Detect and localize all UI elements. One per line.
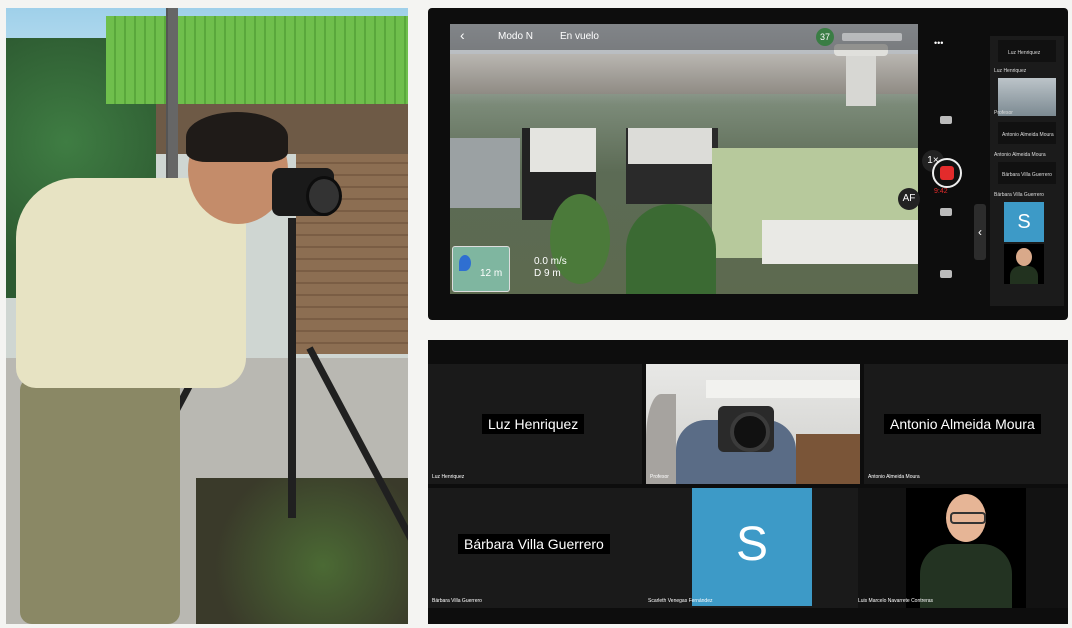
participant-label: Bárbara Villa Guerrero xyxy=(1002,172,1052,178)
feed-tree xyxy=(626,204,716,294)
person-torso xyxy=(920,544,1012,608)
feed-building-roof xyxy=(628,128,712,164)
participant-avatar[interactable]: S xyxy=(1004,202,1044,242)
photo-person-hair xyxy=(186,112,288,162)
participant-tile-profesor[interactable]: Profesor xyxy=(646,364,860,484)
video-call-gallery: Luz Henriquez Luz Henriquez Profesor Ant… xyxy=(428,340,1068,624)
ceiling xyxy=(706,380,860,398)
photo-garden-bed xyxy=(196,478,408,624)
desk xyxy=(796,434,860,484)
participant-tile-luz[interactable]: Luz Henriquez Luz Henriquez xyxy=(428,364,642,484)
flight-status-label: En vuelo xyxy=(560,31,599,42)
drone-app-window: ‹ Modo N En vuelo 37 12 m 0.0 m/s D 9 m … xyxy=(428,8,1068,320)
drone-top-bar: ‹ Modo N En vuelo 37 xyxy=(450,24,918,50)
photo-mode-icon[interactable] xyxy=(940,116,952,124)
participant-tile-scarleth[interactable]: S Scarleth Venegas Fernández xyxy=(644,488,864,608)
participant-label: Bárbara Villa Guerrero xyxy=(994,192,1044,198)
participant-label: Luz Henriquez xyxy=(1008,50,1041,56)
drone-side-controls: ••• 1× 9:42 AF xyxy=(898,24,980,304)
glasses-icon xyxy=(950,512,986,524)
collapse-panel-button[interactable]: ‹ xyxy=(974,204,986,260)
playback-icon[interactable] xyxy=(940,208,952,216)
participant-corner-name: Bárbara Villa Guerrero xyxy=(432,598,482,604)
photo-person-legs xyxy=(20,378,180,624)
person-head xyxy=(1016,248,1032,266)
feed-parking-lot xyxy=(450,138,520,208)
participant-center-name: Luz Henriquez xyxy=(482,414,585,434)
participant-corner-name: Profesor xyxy=(650,474,669,480)
drone-camera-feed: ‹ Modo N En vuelo 37 12 m 0.0 m/s D 9 m xyxy=(450,24,918,294)
autofocus-button[interactable]: AF xyxy=(898,188,920,210)
telemetry-distance: D 9 m xyxy=(534,268,561,279)
battery-badge: 37 xyxy=(816,28,834,46)
signal-status-icons xyxy=(842,33,902,41)
participant-corner-name: Scarleth Venegas Fernández xyxy=(648,598,713,604)
participants-panel: Luz Henriquez Luz Henriquez Profesor Ant… xyxy=(990,36,1064,306)
participant-tile-luis[interactable]: Luis Marcelo Navarrete Contreras xyxy=(858,488,1068,608)
camera-lens xyxy=(306,176,342,216)
back-icon[interactable]: ‹ xyxy=(460,27,465,43)
record-icon xyxy=(940,166,954,180)
participant-corner-name: Antonio Almeida Moura xyxy=(868,474,920,480)
telemetry-speed: 0.0 m/s xyxy=(534,256,567,267)
participant-avatar: S xyxy=(692,488,812,606)
record-timer: 9:42 xyxy=(934,188,948,195)
feed-building-wall xyxy=(762,220,918,264)
participant-corner-name: Luis Marcelo Navarrete Contreras xyxy=(858,598,934,604)
map-pin-icon xyxy=(459,255,471,271)
feed-building-roof xyxy=(530,128,596,172)
participant-label: Antonio Almeida Moura xyxy=(994,152,1046,158)
participant-corner-name: Luz Henriquez xyxy=(432,474,465,480)
camera-lens xyxy=(730,412,770,452)
participant-label: Antonio Almeida Moura xyxy=(1002,132,1054,138)
participant-center-name: Antonio Almeida Moura xyxy=(884,414,1041,434)
participant-video-tile[interactable] xyxy=(1004,244,1044,284)
telemetry-height: 12 m xyxy=(480,268,503,279)
settings-icon[interactable] xyxy=(940,270,952,278)
participant-label: Profesor xyxy=(994,110,1013,116)
participant-label: Luz Henriquez xyxy=(994,68,1027,74)
record-button[interactable] xyxy=(932,158,962,188)
flight-mode-label: Modo N xyxy=(498,31,534,42)
participant-center-name: Bárbara Villa Guerrero xyxy=(458,534,610,554)
person-torso xyxy=(1010,266,1038,284)
person-partial xyxy=(646,394,676,484)
tripod-leg xyxy=(288,218,296,518)
participant-tile-antonio[interactable]: Antonio Almeida Moura Antonio Almeida Mo… xyxy=(864,364,1068,484)
more-icon[interactable]: ••• xyxy=(934,38,943,48)
photo-photographer-with-tripod xyxy=(6,8,408,624)
